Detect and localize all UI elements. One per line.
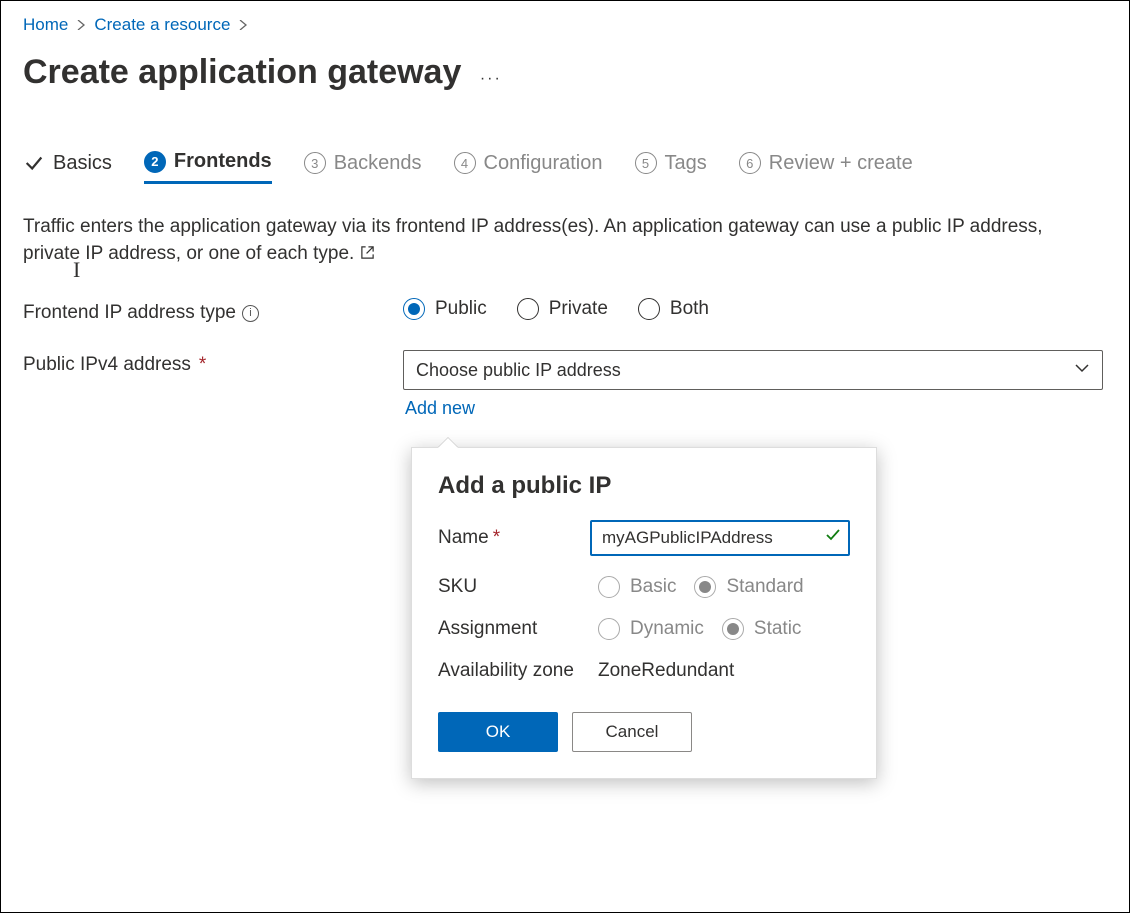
tab-label: Configuration (484, 152, 603, 175)
popup-name-input-wrap[interactable] (590, 520, 850, 556)
radio-label: Private (549, 298, 608, 320)
radio-label: Both (670, 298, 709, 320)
tab-label: Basics (53, 152, 112, 175)
tab-tags[interactable]: 5 Tags (635, 152, 707, 183)
tab-label: Tags (665, 152, 707, 175)
step-number-badge: 4 (454, 152, 476, 174)
public-ipv4-select[interactable]: Choose public IP address (403, 350, 1103, 390)
tab-label: Review + create (769, 152, 913, 175)
tab-label: Frontends (174, 150, 272, 173)
breadcrumb-create-resource[interactable]: Create a resource (94, 15, 230, 35)
chevron-right-icon (238, 15, 248, 35)
select-placeholder: Choose public IP address (416, 360, 621, 381)
chevron-down-icon (1074, 360, 1090, 381)
info-icon[interactable]: i (242, 305, 259, 322)
popup-assignment-label: Assignment (438, 618, 598, 640)
chevron-right-icon (76, 15, 86, 35)
step-number-badge: 5 (635, 152, 657, 174)
external-link-icon[interactable] (360, 242, 375, 269)
radio-private[interactable]: Private (517, 298, 608, 320)
popup-az-label: Availability zone (438, 660, 598, 682)
more-actions-icon[interactable]: ··· (480, 70, 502, 88)
text-cursor-icon: I (73, 257, 80, 283)
radio-public[interactable]: Public (403, 298, 487, 320)
popup-title: Add a public IP (438, 472, 850, 500)
public-ipv4-label: Public IPv4 address* (23, 350, 403, 376)
tab-review-create[interactable]: 6 Review + create (739, 152, 913, 183)
wizard-tabs: Basics 2 Frontends 3 Backends 4 Configur… (23, 150, 1107, 184)
tab-backends[interactable]: 3 Backends (304, 152, 422, 183)
frontend-ip-type-label: Frontend IP address type i (23, 298, 403, 324)
popup-ok-button[interactable]: OK (438, 712, 558, 752)
tab-configuration[interactable]: 4 Configuration (454, 152, 603, 183)
radio-sku-basic: Basic (598, 576, 676, 598)
tab-basics[interactable]: Basics (23, 152, 112, 183)
radio-label: Static (754, 618, 802, 640)
radio-label: Standard (726, 576, 803, 598)
step-number-badge: 2 (144, 151, 166, 173)
page-title: Create application gateway (23, 53, 461, 92)
popup-sku-label: SKU (438, 576, 598, 598)
check-icon (23, 152, 45, 174)
radio-assignment-static: Static (722, 618, 802, 640)
radio-label: Basic (630, 576, 676, 598)
popup-name-label: Name* (438, 527, 590, 549)
add-new-link[interactable]: Add new (405, 398, 1103, 419)
frontends-description: Traffic enters the application gateway v… (23, 214, 1083, 268)
radio-sku-standard: Standard (694, 576, 803, 598)
radio-label: Dynamic (630, 618, 704, 640)
valid-check-icon (825, 527, 841, 549)
tab-label: Backends (334, 152, 422, 175)
radio-both[interactable]: Both (638, 298, 709, 320)
breadcrumb-home[interactable]: Home (23, 15, 68, 35)
popup-az-value: ZoneRedundant (598, 660, 850, 682)
add-public-ip-popup: Add a public IP Name* SKU Basic (411, 447, 877, 779)
radio-assignment-dynamic: Dynamic (598, 618, 704, 640)
tab-frontends[interactable]: 2 Frontends (144, 150, 272, 184)
step-number-badge: 6 (739, 152, 761, 174)
radio-label: Public (435, 298, 487, 320)
popup-name-input[interactable] (600, 527, 825, 549)
breadcrumb: Home Create a resource (23, 15, 1107, 35)
step-number-badge: 3 (304, 152, 326, 174)
frontend-ip-type-radios: Public Private Both (403, 298, 709, 320)
popup-cancel-button[interactable]: Cancel (572, 712, 692, 752)
